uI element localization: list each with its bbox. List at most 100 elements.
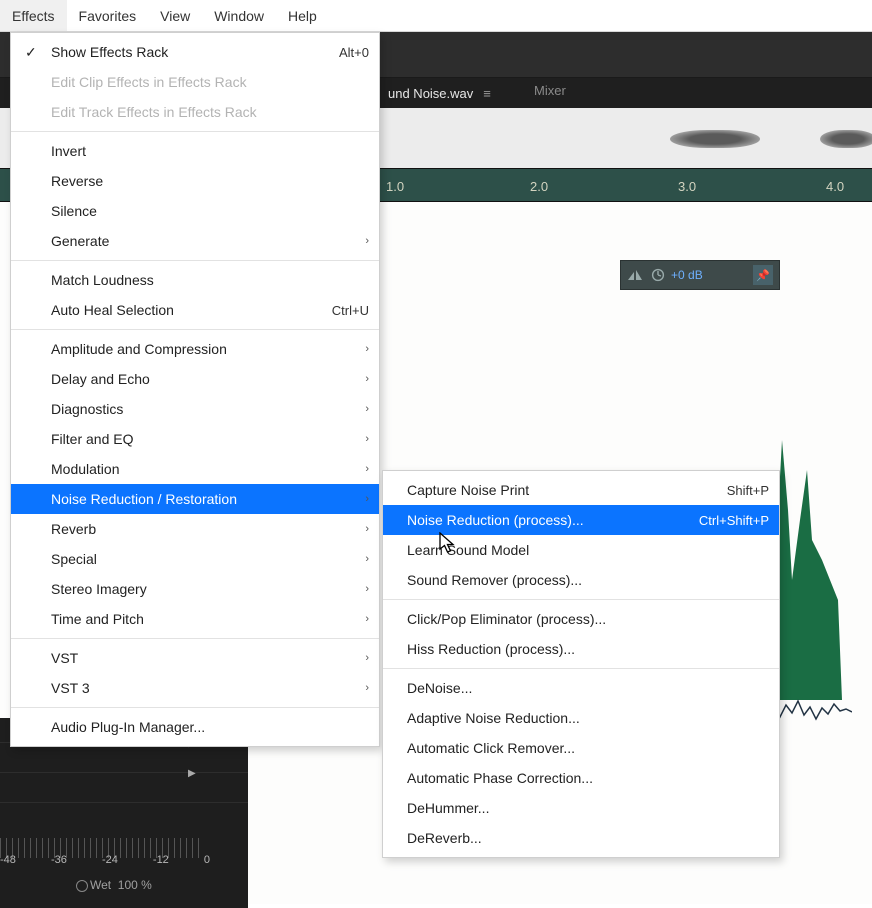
menu-item-label: Invert (51, 143, 86, 159)
menu-item-label: Reverse (51, 173, 103, 189)
menu-item[interactable]: Auto Heal SelectionCtrl+U (11, 295, 379, 325)
menu-item-label: DeHummer... (407, 800, 489, 816)
menu-item-label: VST 3 (51, 680, 90, 696)
menu-item[interactable]: Invert (11, 136, 379, 166)
file-tab-active[interactable]: und Noise.wav ≡ (376, 78, 503, 108)
menu-item[interactable]: Automatic Phase Correction... (383, 763, 779, 793)
menu-item[interactable]: Delay and Echo › (11, 364, 379, 394)
clock-icon (651, 268, 665, 282)
menu-item[interactable]: Generate › (11, 226, 379, 256)
menu-item: Edit Clip Effects in Effects Rack (11, 67, 379, 97)
chevron-right-icon: › (365, 613, 369, 625)
menu-item[interactable]: Noise Reduction (process)...Ctrl+Shift+P (383, 505, 779, 535)
file-tab-options-icon[interactable]: ≡ (483, 86, 491, 101)
waveform-blob (820, 130, 872, 148)
chevron-right-icon: › (365, 403, 369, 415)
menubar-window[interactable]: Window (202, 0, 276, 31)
menu-separator (11, 329, 379, 330)
menu-item[interactable]: DeHummer... (383, 793, 779, 823)
menubar-help[interactable]: Help (276, 0, 329, 31)
menu-item-label: Generate (51, 233, 109, 249)
menu-shortcut: Shift+P (727, 483, 769, 498)
menu-item[interactable]: Stereo Imagery› (11, 574, 379, 604)
menubar-effects[interactable]: Effects (0, 0, 67, 31)
menu-item[interactable]: Noise Reduction / Restoration› (11, 484, 379, 514)
menu-item[interactable]: Audio Plug-In Manager... (11, 712, 379, 742)
menubar-favorites[interactable]: Favorites (67, 0, 149, 31)
chevron-right-icon: › (365, 373, 369, 385)
menu-item-label: Automatic Phase Correction... (407, 770, 593, 786)
menu-item-label: Noise Reduction / Restoration (51, 491, 237, 507)
db-tick: -12 (153, 854, 169, 866)
menu-item-label: Sound Remover (process)... (407, 572, 582, 588)
menu-item[interactable]: Sound Remover (process)... (383, 565, 779, 595)
menu-item[interactable]: Automatic Click Remover... (383, 733, 779, 763)
menu-item[interactable]: Time and Pitch› (11, 604, 379, 634)
chevron-right-icon: › (365, 523, 369, 535)
menu-item-label: Silence (51, 203, 97, 219)
chevron-right-icon: › (365, 652, 369, 664)
menu-item[interactable]: VST › (11, 643, 379, 673)
wet-label: Wet 100 % (90, 878, 152, 892)
chevron-right-icon: › (365, 235, 369, 247)
menubar: Effects Favorites View Window Help (0, 0, 872, 32)
gain-hud[interactable]: +0 dB 📌 (620, 260, 780, 290)
ruler-tick: 4.0 (826, 179, 844, 194)
file-tab-label: und Noise.wav (388, 86, 473, 101)
menu-separator (11, 707, 379, 708)
chevron-right-icon: › (365, 433, 369, 445)
menu-item-label: DeReverb... (407, 830, 482, 846)
db-tick: -48 (0, 854, 16, 866)
menu-item-label: Audio Plug-In Manager... (51, 719, 205, 735)
menu-item[interactable]: Reverse (11, 166, 379, 196)
menu-item[interactable]: ✓ Show Effects Rack Alt+0 (11, 37, 379, 67)
menu-item[interactable]: Match Loudness (11, 265, 379, 295)
menu-separator (11, 638, 379, 639)
noise-reduction-submenu: Capture Noise Print Shift+P Noise Reductio… (382, 470, 780, 858)
menu-item[interactable]: Adaptive Noise Reduction... (383, 703, 779, 733)
menu-item[interactable]: Capture Noise Print Shift+P (383, 475, 779, 505)
menu-item-label: Filter and EQ (51, 431, 133, 447)
menu-item[interactable]: Filter and EQ › (11, 424, 379, 454)
chevron-right-icon: › (365, 343, 369, 355)
menu-separator (383, 599, 779, 600)
menu-item-label: Automatic Click Remover... (407, 740, 575, 756)
chevron-right-icon: › (365, 463, 369, 475)
ruler-tick: 3.0 (678, 179, 696, 194)
menu-item-label: VST (51, 650, 78, 666)
wet-toggle-icon[interactable] (76, 880, 88, 892)
menu-item[interactable]: Hiss Reduction (process)... (383, 634, 779, 664)
menu-separator (11, 260, 379, 261)
menu-item-label: Delay and Echo (51, 371, 150, 387)
menu-item[interactable]: Diagnostics › (11, 394, 379, 424)
menu-item-label: Hiss Reduction (process)... (407, 641, 575, 657)
menu-item-label: Stereo Imagery (51, 581, 147, 597)
menu-item-label: Capture Noise Print (407, 482, 529, 498)
expand-icon[interactable]: ▶ (188, 768, 196, 779)
menu-item-label: Noise Reduction (process)... (407, 512, 584, 528)
menu-item[interactable]: VST 3› (11, 673, 379, 703)
menu-item[interactable]: Click/Pop Eliminator (process)... (383, 604, 779, 634)
menu-item-label: Show Effects Rack (51, 44, 168, 60)
db-scale: -48 -36 -24 -12 0 (0, 838, 230, 878)
chevron-right-icon: › (365, 553, 369, 565)
menu-separator (11, 131, 379, 132)
menu-item[interactable]: DeReverb... (383, 823, 779, 853)
menu-item-label: Diagnostics (51, 401, 123, 417)
menu-separator (383, 668, 779, 669)
menu-item-label: Edit Clip Effects in Effects Rack (51, 74, 247, 90)
menu-shortcut: Alt+0 (339, 45, 369, 60)
menubar-view[interactable]: View (148, 0, 202, 31)
menu-item[interactable]: Special › (11, 544, 379, 574)
check-icon: ✓ (25, 44, 37, 61)
db-tick: -24 (102, 854, 118, 866)
pin-icon[interactable]: 📌 (753, 265, 773, 285)
menu-item[interactable]: DeNoise... (383, 673, 779, 703)
mixer-tab[interactable]: Mixer (520, 78, 580, 108)
ruler-tick: 2.0 (530, 179, 548, 194)
menu-item[interactable]: Amplitude and Compression› (11, 334, 379, 364)
menu-item[interactable]: Modulation› (11, 454, 379, 484)
menu-item-label: Special (51, 551, 97, 567)
menu-item[interactable]: Reverb› (11, 514, 379, 544)
menu-item[interactable]: Silence (11, 196, 379, 226)
